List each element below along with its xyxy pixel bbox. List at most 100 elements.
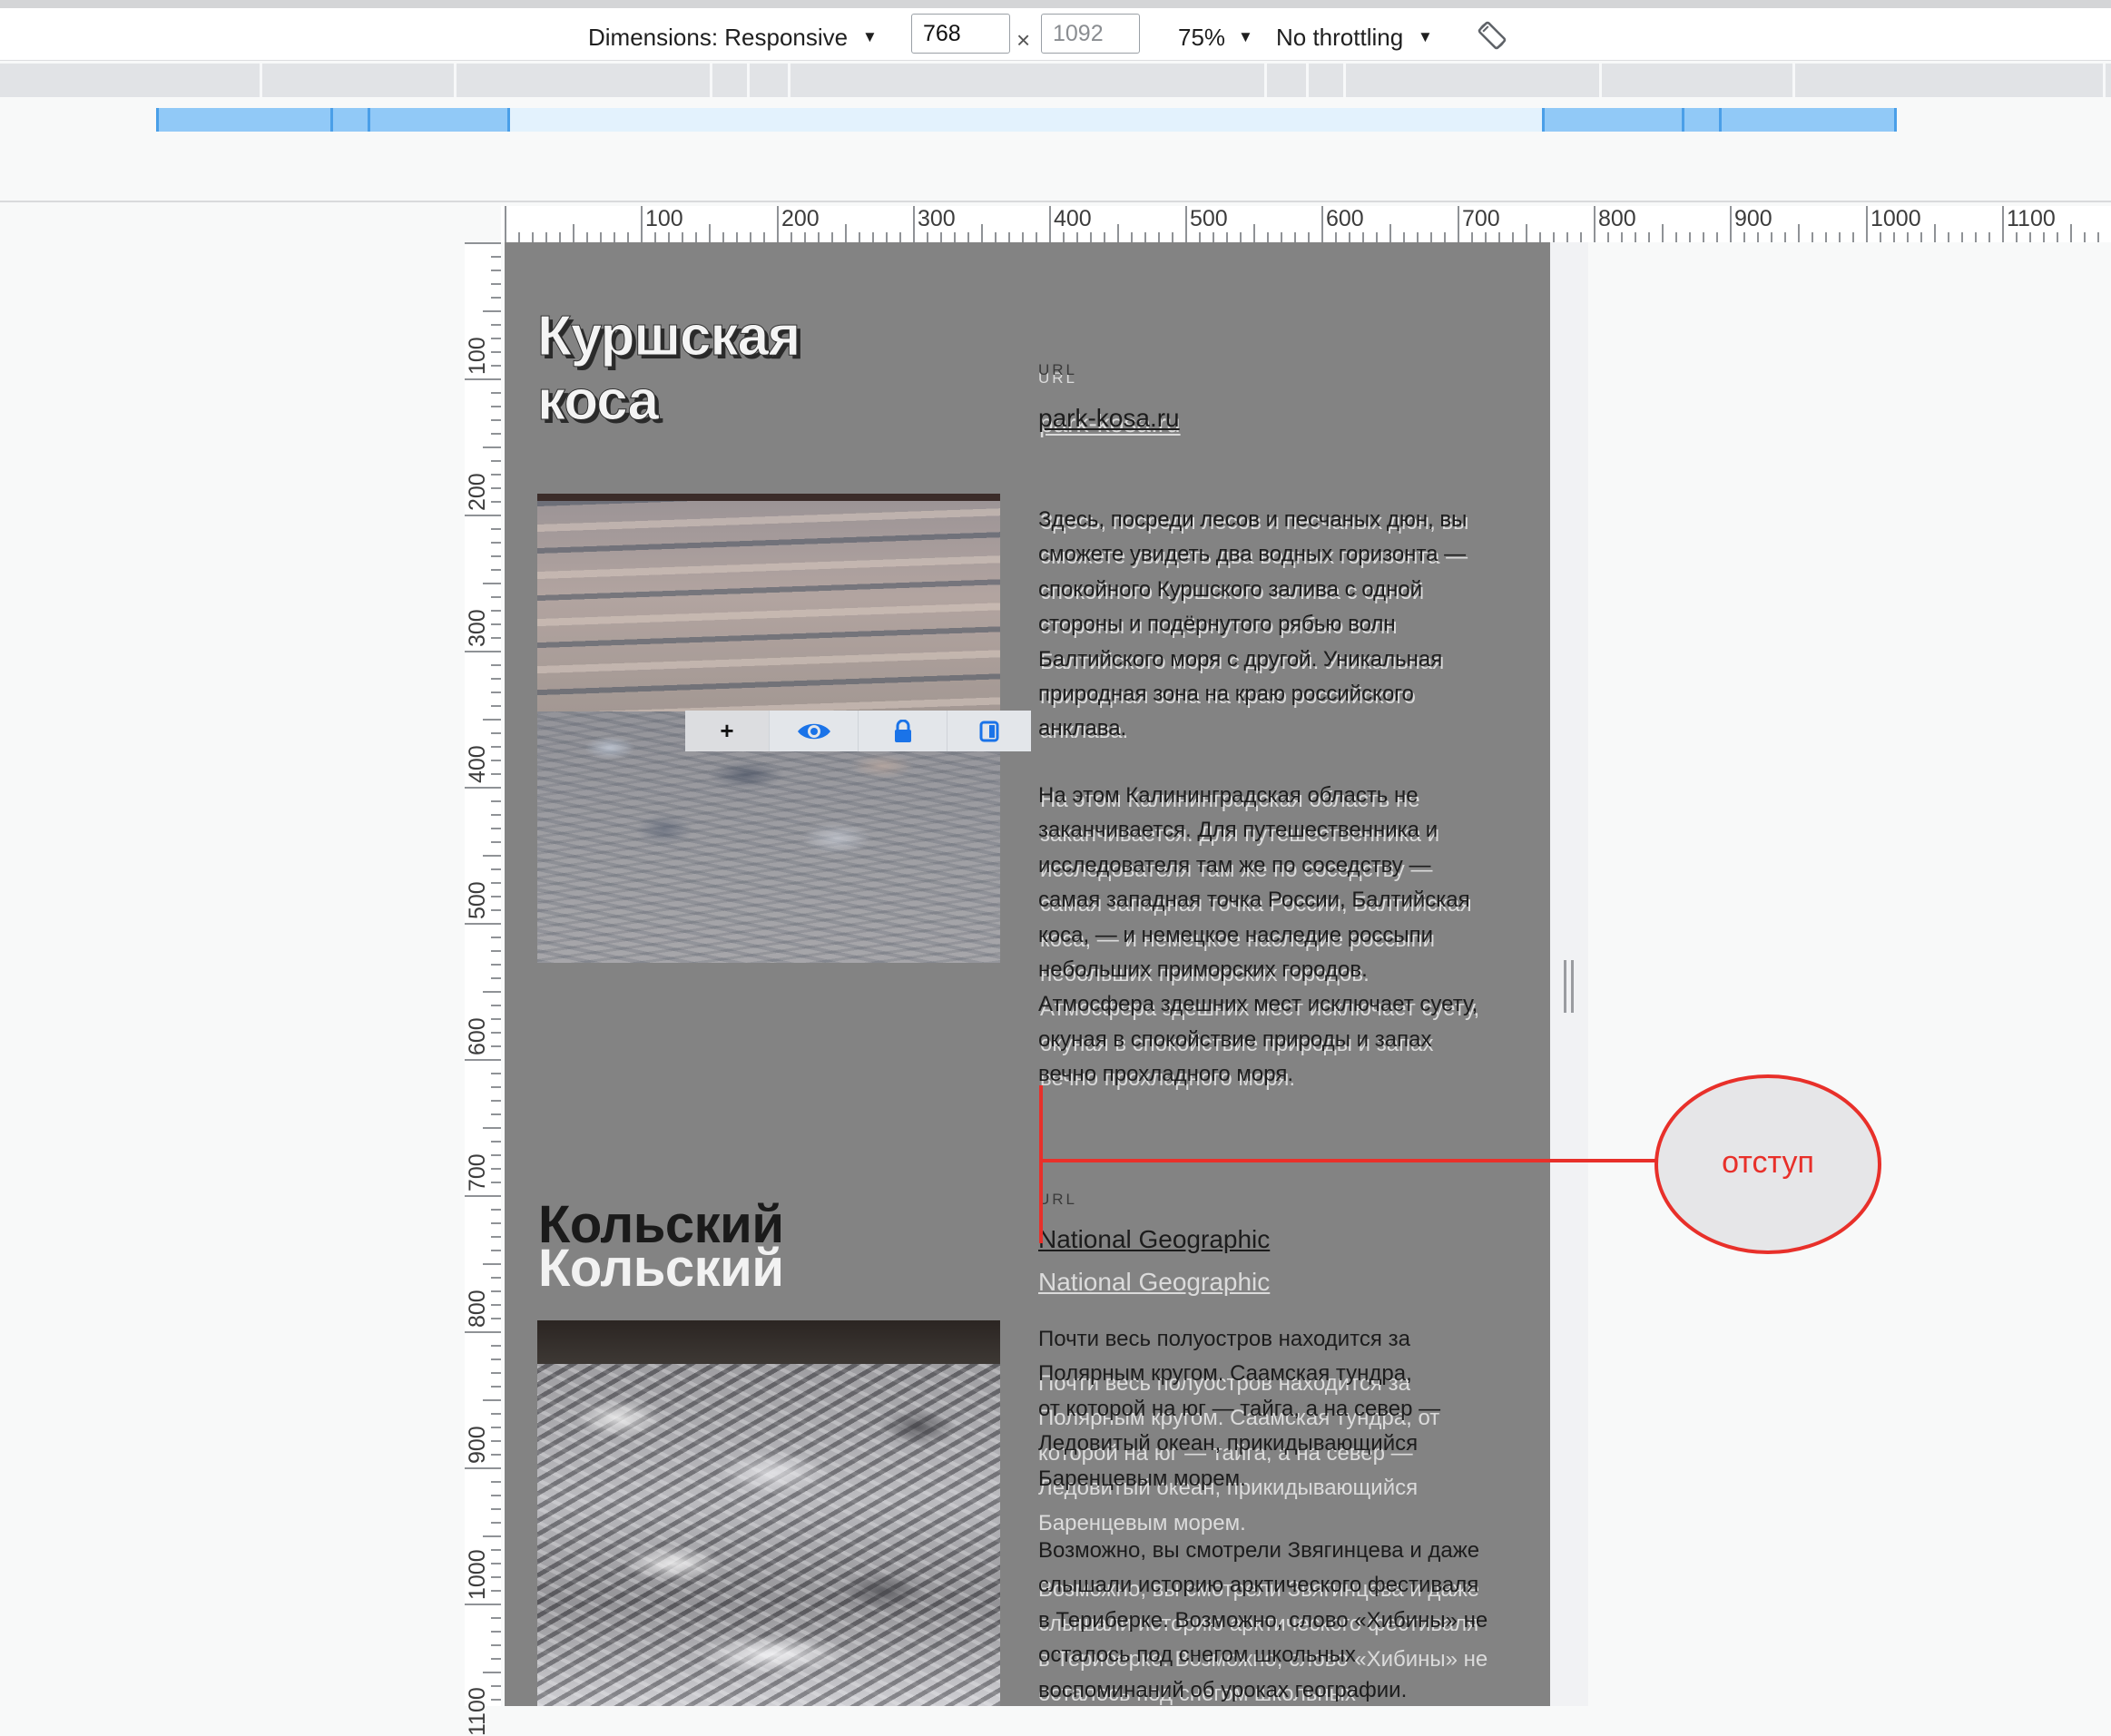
ruler-label: 1000	[1870, 206, 1921, 231]
text-line: в Териберке. Возможно, слово «Хибины» не	[1038, 1607, 1488, 1633]
throttling-dropdown-label[interactable]: No throttling	[1276, 24, 1403, 52]
ruler-tick	[1825, 232, 1827, 242]
ruler-tick	[1771, 232, 1772, 242]
ruler-label: 900	[1734, 206, 1772, 231]
kolsky-url-label: URL	[1038, 1191, 1078, 1208]
rotate-icon[interactable]	[1476, 19, 1508, 52]
ruler-tick	[483, 991, 501, 993]
annotation-label: отступ	[1722, 1145, 1814, 1180]
ruler-tick	[1566, 232, 1568, 242]
ruler-tick	[491, 419, 501, 421]
ruler-tick	[859, 232, 860, 242]
media-query-marker	[1542, 108, 1545, 132]
ruler-tick	[2084, 232, 2086, 242]
ruler-label: 200	[465, 473, 490, 511]
viewport-resize-handle[interactable]	[1562, 960, 1576, 1013]
ruler-tick	[491, 773, 501, 775]
ruler-tick	[1253, 224, 1255, 242]
text-line: самая западная точка России, Балтийская	[1038, 888, 1470, 913]
ruler-tick	[491, 1141, 501, 1143]
viewport-height-input[interactable]	[1041, 14, 1140, 54]
ruler-label: 600	[1326, 206, 1364, 231]
ruler-tick	[750, 232, 751, 242]
ruler-label: 800	[465, 1290, 490, 1328]
ruler-tick	[491, 882, 501, 884]
ruler-tick	[505, 206, 506, 242]
ruler-tick	[1362, 232, 1364, 242]
ruler-label: 300	[918, 206, 956, 231]
text-line: Балтийского моря с другой. Уникальная	[1038, 646, 1443, 672]
dimensions-dropdown-label[interactable]: Dimensions: Responsive	[588, 24, 848, 52]
ruler-tick	[491, 1617, 501, 1619]
media-query-marker	[507, 108, 510, 132]
text-line: осталось под снегом школьных	[1038, 1643, 1356, 1668]
ruler-tick	[491, 950, 501, 952]
ruler-tick	[491, 487, 501, 489]
ruler-tick	[491, 637, 501, 639]
ruler-tick	[491, 1386, 501, 1388]
ruler-tick	[2002, 206, 2004, 242]
media-query-marker	[330, 108, 333, 132]
ruler-tick	[532, 232, 534, 242]
ruler-tick	[1689, 232, 1691, 242]
text-line: заканчивается. Для путешественника и	[1038, 818, 1438, 843]
ruler-label: 700	[465, 1153, 490, 1192]
kursh-url-label: URL	[1038, 361, 1078, 378]
ruler-label: 200	[781, 206, 820, 231]
ruler-tick	[491, 896, 501, 897]
text-line: слышали историю арктического фестиваля	[1038, 1573, 1479, 1598]
kursh-site-link[interactable]: park-kosa.ru	[1038, 404, 1180, 433]
ruler-label: 500	[1190, 206, 1228, 231]
ruler-tick	[709, 224, 711, 242]
media-query-bar-middle[interactable]	[509, 108, 1543, 132]
ruler-tick	[1458, 206, 1459, 242]
viewport-width-input[interactable]	[911, 14, 1010, 54]
ruler-tick	[491, 1032, 501, 1034]
ruler-tick	[1199, 232, 1201, 242]
ruler-tick	[1580, 232, 1582, 242]
ruler-tick	[1880, 232, 1881, 242]
ruler-tick	[491, 664, 501, 666]
ruler-tick	[491, 841, 501, 843]
ruler-tick	[654, 232, 656, 242]
ruler-tick	[491, 1549, 501, 1551]
kolsky-paragraph-2: Возможно, вы смотрели Звягинцева и даже с…	[1038, 1534, 1488, 1708]
device-size-preset-bar[interactable]	[0, 64, 2111, 97]
ruler-tick	[491, 1427, 501, 1428]
ruler-tick	[1144, 232, 1146, 242]
caret-down-icon[interactable]: ▼	[862, 28, 878, 46]
vertical-ruler: 100 200 300 400 500 600 700 800 900 1000 1100	[465, 242, 501, 1736]
ruler-tick	[695, 232, 697, 242]
ruler-tick	[1185, 206, 1187, 242]
text-line: сможете увидеть два водных горизонта —	[1038, 542, 1467, 567]
ruler-tick	[491, 501, 501, 503]
kolsky-link-overlay[interactable]: National Geographic	[1038, 1268, 1270, 1297]
ruler-tick	[1430, 232, 1432, 242]
eye-icon[interactable]	[769, 711, 858, 751]
ruler-tick	[1907, 232, 1909, 242]
ruler-tick	[1730, 206, 1732, 242]
ruler-tick	[491, 433, 501, 435]
ruler-tick	[1022, 232, 1024, 242]
ruler-tick	[1934, 224, 1936, 242]
zoom-dropdown-label[interactable]: 75%	[1178, 24, 1225, 52]
ruler-label: 1100	[2007, 206, 2056, 231]
ruler-tick	[491, 1576, 501, 1578]
kolsky-site-link[interactable]: National Geographic	[1038, 1225, 1270, 1254]
invert-icon[interactable]	[947, 711, 1031, 751]
ruler-label: 1100	[465, 1687, 490, 1736]
ruler-tick	[641, 206, 643, 242]
ruler-tick	[491, 1454, 501, 1456]
preset-divider	[2103, 64, 2106, 97]
ruler-tick	[1389, 224, 1391, 242]
ruler-tick	[1417, 232, 1419, 242]
lock-icon[interactable]	[858, 711, 947, 751]
plus-icon[interactable]: +	[685, 711, 769, 751]
caret-down-icon[interactable]: ▼	[1418, 28, 1433, 46]
ruler-tick	[491, 610, 501, 612]
ruler-tick	[1131, 232, 1133, 242]
caret-down-icon[interactable]: ▼	[1238, 28, 1253, 46]
ruler-tick	[483, 583, 501, 584]
ruler-tick	[491, 1113, 501, 1115]
text-line: Здесь, посреди лесов и песчаных дюн, вы	[1038, 507, 1468, 532]
